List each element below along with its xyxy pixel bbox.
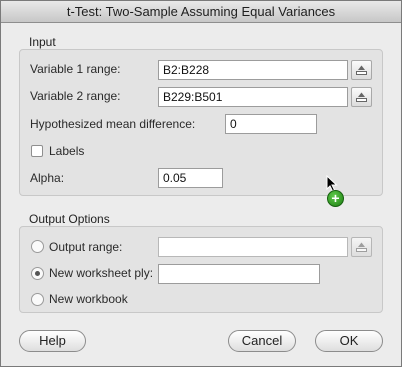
- variable-1-range-label: Variable 1 range:: [30, 62, 121, 76]
- hypothesized-mean-difference-input[interactable]: 0: [225, 114, 317, 134]
- input-group-label: Input: [29, 35, 56, 49]
- labels-checkbox-label: Labels: [49, 144, 85, 158]
- variable-2-range-input[interactable]: B229:B501: [158, 87, 348, 107]
- output-range-input[interactable]: [158, 237, 348, 257]
- new-worksheet-ply-radio[interactable]: [31, 267, 44, 280]
- help-button[interactable]: Help: [19, 330, 86, 352]
- labels-checkbox[interactable]: [31, 145, 43, 157]
- new-workbook-radio[interactable]: [31, 293, 44, 306]
- variable-2-range-label: Variable 2 range:: [30, 89, 121, 103]
- cancel-button[interactable]: Cancel: [228, 330, 296, 352]
- ok-button[interactable]: OK: [315, 330, 383, 352]
- output-range-label: Output range:: [49, 240, 123, 254]
- output-options-group-label: Output Options: [29, 212, 110, 226]
- green-plus-icon: +: [327, 190, 344, 207]
- new-worksheet-ply-label: New worksheet ply:: [49, 266, 154, 280]
- new-workbook-label: New workbook: [49, 292, 128, 306]
- collapse-dialog-icon: [356, 65, 367, 75]
- hypothesized-mean-difference-label: Hypothesized mean difference:: [30, 117, 196, 131]
- dialog-title: t-Test: Two-Sample Assuming Equal Varian…: [1, 1, 401, 23]
- collapse-dialog-icon: [356, 242, 367, 252]
- alpha-label: Alpha:: [30, 171, 65, 185]
- variable-1-range-selector-button[interactable]: [351, 60, 372, 80]
- variable-2-range-selector-button[interactable]: [351, 87, 372, 107]
- output-range-selector-button[interactable]: [351, 237, 372, 257]
- new-worksheet-ply-input[interactable]: [158, 264, 320, 284]
- collapse-dialog-icon: [356, 92, 367, 102]
- output-range-radio[interactable]: [31, 240, 44, 253]
- alpha-input[interactable]: 0.05: [158, 168, 223, 188]
- variable-1-range-input[interactable]: B2:B228: [158, 60, 348, 80]
- dialog-window: t-Test: Two-Sample Assuming Equal Varian…: [0, 0, 402, 367]
